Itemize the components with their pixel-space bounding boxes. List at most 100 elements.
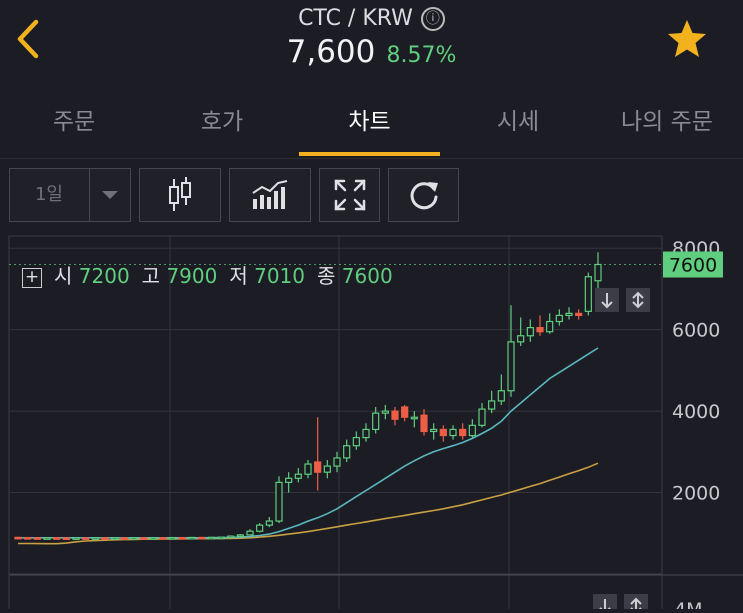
ohlc-legend: + 시 7200 고 7900 저 7010 종 7600 [22, 260, 405, 289]
candle-body [169, 536, 177, 540]
candle-body [294, 473, 302, 479]
candle-body [111, 537, 119, 540]
candle-body [497, 390, 505, 402]
candle-body [555, 314, 563, 323]
candle-body [565, 312, 573, 317]
low-label: 저 [229, 264, 248, 288]
candle-body [372, 412, 380, 431]
chart-type-button[interactable] [139, 168, 221, 222]
candle-body [488, 400, 496, 410]
tab-orderbook[interactable]: 호가 [148, 96, 296, 156]
candle-body [401, 406, 409, 418]
candle-body [420, 414, 428, 433]
price-row: 7,600 8.57% [0, 34, 743, 70]
candle-body [236, 534, 244, 538]
high-label: 고 [141, 264, 161, 288]
candle-body [91, 537, 99, 540]
candle-body [188, 536, 196, 540]
candle-body [352, 436, 360, 447]
candle-body [333, 457, 341, 467]
candle-body [594, 263, 602, 282]
scale-down-icon [595, 288, 619, 312]
tab-order[interactable]: 주문 [0, 96, 148, 156]
candle-body [207, 536, 215, 540]
favorite-button[interactable] [664, 16, 710, 62]
candle-body [246, 530, 254, 536]
tab-chart[interactable]: 차트 [299, 96, 440, 156]
y-tick-label: 4000 [672, 401, 720, 423]
candle-body [24, 536, 32, 540]
fullscreen-icon [334, 179, 365, 211]
volume-scale-fit-icon [624, 594, 648, 613]
y-tick-label: 6000 [672, 320, 720, 342]
candle-body [536, 327, 544, 333]
refresh-icon [410, 182, 438, 210]
candle-body [439, 428, 447, 437]
candle-body [381, 410, 389, 414]
pair-name: CTC / KRW [298, 6, 413, 31]
candle-body [53, 537, 61, 540]
candle-body [343, 445, 351, 459]
current-price-tag-label: 7600 [669, 255, 717, 277]
interval-value: 1일 [34, 184, 63, 205]
candle-body [304, 463, 312, 475]
candle-body [43, 537, 51, 540]
candle-body [285, 477, 293, 483]
low-value: 7010 [254, 264, 306, 288]
interval-select[interactable]: 1일 [9, 168, 131, 222]
candle-body [120, 537, 128, 540]
open-label: 시 [54, 264, 73, 288]
change-percent: 8.57% [386, 43, 457, 68]
volume-tick-label: 4M [674, 599, 702, 609]
tab-my-orders[interactable]: 나의 주문 [592, 96, 742, 156]
candle-body [256, 524, 264, 532]
candle-body [265, 520, 273, 526]
candle-body [526, 327, 534, 337]
candle-body [14, 536, 22, 540]
candle-body [468, 424, 476, 437]
candle-body [62, 537, 70, 541]
scale-fit-icon [626, 288, 650, 312]
candle-body [198, 536, 206, 540]
expand-legend-icon[interactable]: + [22, 268, 42, 288]
candle-body [430, 428, 438, 433]
refresh-button[interactable] [388, 168, 459, 222]
candle-body [33, 537, 41, 540]
indicator-button[interactable] [229, 168, 311, 222]
candle-body [459, 428, 467, 437]
candle-body [101, 537, 109, 540]
high-value: 7900 [166, 264, 218, 288]
candle-body [178, 536, 186, 540]
info-icon[interactable]: ⓘ [420, 7, 445, 31]
candle-body [130, 537, 138, 540]
open-value: 7200 [78, 264, 130, 288]
candle-body [575, 312, 583, 317]
tab-bar: 주문 호가 차트 시세 나의 주문 [0, 96, 743, 159]
candle-body [159, 537, 167, 540]
fullscreen-button[interactable] [319, 168, 380, 222]
indicator-icon [252, 180, 288, 209]
header: CTC / KRW ⓘ 7,600 8.57% [0, 0, 743, 92]
candle-body [227, 535, 235, 539]
candle-body [82, 537, 90, 540]
candle-body [314, 461, 322, 473]
candle-body [217, 536, 225, 540]
candlestick-icon [169, 177, 191, 211]
y-tick-label: 2000 [672, 483, 720, 505]
pair-title: CTC / KRW ⓘ [0, 6, 743, 31]
candle-body [478, 408, 486, 426]
candle-body [517, 335, 525, 343]
close-label: 종 [317, 264, 336, 288]
interval-divider [89, 169, 90, 221]
chart-toolbar: 1일 [0, 166, 743, 228]
candle-body [275, 481, 283, 522]
candle-body [72, 537, 80, 540]
candle-body [410, 416, 418, 420]
tab-market-price[interactable]: 시세 [444, 96, 592, 156]
active-tab-indicator [299, 152, 440, 156]
candle-body [140, 537, 148, 540]
chart-area[interactable]: 800060004000200076004M +시 7200고 7900저 70… [0, 232, 743, 613]
volume-scale-down-icon [593, 594, 617, 613]
candle-body [507, 341, 515, 392]
candle-body [546, 320, 554, 333]
